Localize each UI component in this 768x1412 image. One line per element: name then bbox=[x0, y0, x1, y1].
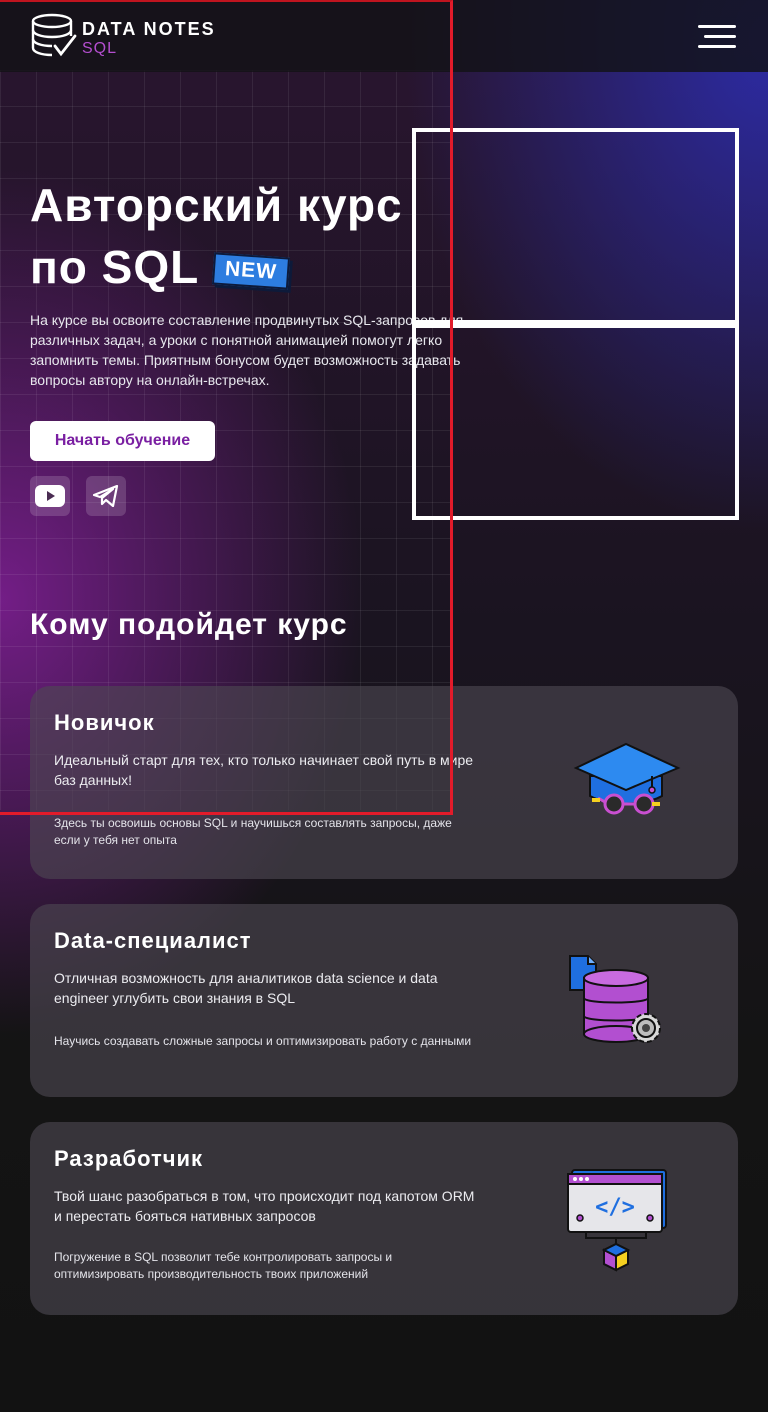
logo-subtitle: SQL bbox=[82, 39, 118, 57]
card-note: Научись создавать сложные запросы и опти… bbox=[54, 1034, 472, 1048]
logo[interactable]: DATA NOTES SQL bbox=[30, 12, 216, 65]
hero-title-line1: Авторский курс bbox=[30, 179, 403, 231]
youtube-icon[interactable] bbox=[30, 476, 70, 516]
hero-title: Авторский курс по SQL NEW bbox=[30, 174, 460, 298]
hero-image-divider bbox=[412, 320, 739, 328]
audience-card-developer: Разработчик Твой шанс разобраться в том,… bbox=[30, 1122, 738, 1315]
card-text: Твой шанс разобраться в том, что происхо… bbox=[54, 1188, 475, 1224]
audience-section-title: Кому подойдет курс bbox=[30, 608, 348, 641]
database-logo-icon bbox=[30, 12, 78, 65]
svg-text:</>: </> bbox=[595, 1195, 635, 1220]
card-title: Разработчик bbox=[54, 1146, 204, 1171]
site-header: DATA NOTES SQL bbox=[0, 0, 768, 72]
code-window-icon: </> bbox=[566, 1168, 672, 1277]
graduation-cap-icon bbox=[568, 740, 684, 825]
card-note: Здесь ты освоишь основы SQL и научишься … bbox=[54, 816, 452, 847]
logo-title: DATA NOTES bbox=[82, 18, 216, 39]
database-gear-icon bbox=[568, 952, 668, 1055]
card-note: Погружение в SQL позволит тебе контролир… bbox=[54, 1250, 393, 1281]
card-title: Новичок bbox=[54, 710, 155, 735]
audience-card-data-specialist: Data-специалист Отличная возможность для… bbox=[30, 904, 738, 1097]
audience-card-beginner: Новичок Идеальный старт для тех, кто тол… bbox=[30, 686, 738, 879]
hamburger-menu-icon[interactable] bbox=[698, 24, 736, 50]
hero-title-line2: по SQL bbox=[30, 241, 200, 293]
card-text: Идеальный старт для тех, кто только начи… bbox=[54, 752, 474, 788]
hero-description: На курсе вы освоите составление продвину… bbox=[30, 312, 464, 388]
telegram-icon[interactable] bbox=[86, 476, 126, 516]
card-text: Отличная возможность для аналитиков data… bbox=[54, 970, 438, 1006]
new-badge: NEW bbox=[212, 252, 291, 290]
card-title: Data-специалист bbox=[54, 928, 252, 953]
start-learning-button[interactable]: Начать обучение bbox=[30, 421, 215, 461]
